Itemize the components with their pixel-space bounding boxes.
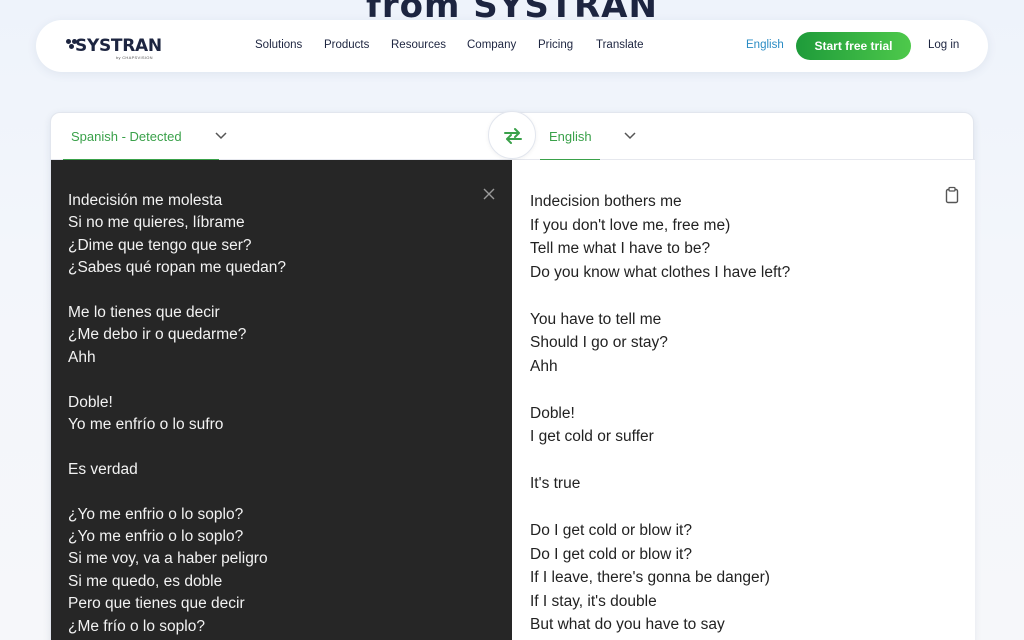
- top-navbar: SYSTRAN by CHAPSVISION Solutions Product…: [36, 20, 988, 72]
- source-textarea[interactable]: Indecisión me molesta Si no me quieres, l…: [68, 190, 286, 638]
- text-line: But what do you have to say: [530, 616, 725, 633]
- brand-name: SYSTRAN: [75, 36, 162, 56]
- swap-languages-button[interactable]: [488, 111, 536, 159]
- text-line: Si me voy, va a haber peligro: [68, 550, 268, 568]
- text-line: Ahh: [68, 348, 96, 366]
- nav-products[interactable]: Products: [324, 39, 369, 51]
- text-line: It's true: [530, 475, 581, 492]
- target-language-tab[interactable]: English: [540, 113, 600, 161]
- text-line: I get cold or suffer: [530, 428, 654, 445]
- login-link[interactable]: Log in: [928, 39, 959, 51]
- text-line: Do you know what clothes I have left?: [530, 263, 791, 281]
- text-line: If I leave, there's gonna be danger): [530, 569, 770, 586]
- close-icon[interactable]: [481, 186, 497, 202]
- source-text-panel[interactable]: Indecisión me molesta Si no me quieres, l…: [51, 160, 512, 640]
- text-line: Indecisión me molesta: [68, 192, 223, 209]
- source-language-tab[interactable]: Spanish - Detected: [63, 113, 219, 161]
- chevron-down-icon[interactable]: [622, 127, 638, 143]
- nav-company[interactable]: Company: [467, 39, 516, 51]
- text-line: ¿Me debo ir o quedarme?: [68, 326, 247, 344]
- text-line: If I stay, it's double: [530, 592, 657, 610]
- text-line: Si me quedo, es doble: [68, 572, 223, 590]
- text-line: If you don't love me, free me): [530, 216, 731, 234]
- site-language-selector[interactable]: English: [746, 39, 784, 51]
- brand-subtitle: by CHAPSVISION: [116, 55, 153, 60]
- text-line: Ahh: [530, 357, 558, 375]
- text-line: Doble!: [68, 393, 113, 411]
- text-line: Yo me enfrío o lo sufro: [68, 416, 224, 434]
- nav-pricing[interactable]: Pricing: [538, 39, 573, 51]
- text-line: Me lo tienes que decir: [68, 304, 220, 322]
- text-line: You have to tell me: [530, 310, 662, 328]
- clipboard-icon[interactable]: [944, 186, 960, 204]
- text-line: Should I go or stay?: [530, 334, 668, 351]
- swap-arrows-icon: [504, 128, 522, 144]
- translator-widget: Spanish - Detected English Indecisión me…: [50, 111, 975, 640]
- translation-output: Indecision bothers me If you don't love m…: [530, 190, 790, 637]
- nav-translate[interactable]: Translate: [596, 39, 644, 51]
- start-free-trial-button[interactable]: Start free trial: [796, 32, 911, 60]
- language-bar: Spanish - Detected English: [51, 111, 975, 161]
- text-line: Es verdad: [68, 460, 138, 478]
- text-line: Tell me what I have to be?: [530, 240, 711, 257]
- target-text-panel: Indecision bothers me If you don't love m…: [512, 160, 975, 640]
- nav-solutions[interactable]: Solutions: [255, 39, 302, 51]
- text-line: Indecision bothers me: [530, 193, 682, 210]
- text-line: ¿Yo me enfrio o lo soplo?: [68, 528, 244, 546]
- text-line: ¿Sabes qué ropan me quedan?: [68, 259, 287, 277]
- source-language-label: Spanish - Detected: [71, 129, 182, 144]
- target-language-label: English: [549, 129, 592, 144]
- text-line: Do I get cold or blow it?: [530, 545, 692, 563]
- text-line: Doble!: [530, 404, 575, 422]
- nav-resources[interactable]: Resources: [391, 39, 446, 51]
- text-line: Pero que tienes que decir: [68, 595, 245, 613]
- text-line: Si no me quieres, líbrame: [68, 214, 245, 232]
- chevron-down-icon[interactable]: [213, 127, 229, 143]
- text-line: ¿Me frío o lo soplo?: [68, 617, 205, 635]
- text-line: ¿Dime que tengo que ser?: [68, 236, 252, 254]
- text-line: Do I get cold or blow it?: [530, 522, 692, 539]
- text-line: ¿Yo me enfrio o lo soplo?: [68, 505, 244, 523]
